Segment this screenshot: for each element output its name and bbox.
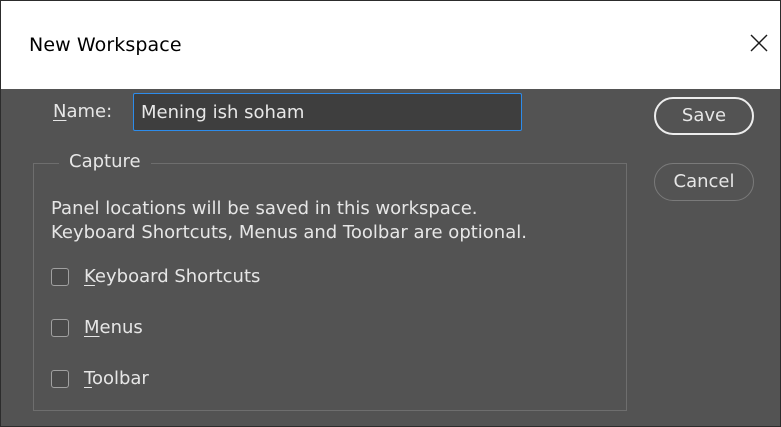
capture-legend: Capture [59,149,151,175]
title-bar: New Workspace [1,1,780,89]
close-button[interactable] [736,19,780,69]
keyboard-shortcuts-label: Keyboard Shortcuts [84,263,260,291]
menus-label-text: enus [99,317,143,338]
toolbar-label-text: oolbar [91,368,149,389]
name-label-mnemonic: N [53,101,67,122]
capture-description-line-1: Panel locations will be saved in this wo… [51,198,478,219]
dialog-title: New Workspace [29,34,182,56]
name-label-text: ame: [66,101,113,122]
menus-mnemonic: M [84,317,100,338]
toolbar-mnemonic: T [84,368,92,389]
workspace-name-input[interactable] [133,93,522,131]
toolbar-checkbox[interactable] [51,370,69,388]
keyboard-shortcuts-label-text: eyboard Shortcuts [94,266,261,287]
new-workspace-dialog: New Workspace Name: Save Cancel Capture … [0,0,781,427]
keyboard-shortcuts-checkbox[interactable] [51,268,69,286]
close-icon [750,34,768,52]
save-button[interactable]: Save [654,97,754,135]
keyboard-shortcuts-mnemonic: K [84,266,95,287]
cancel-button[interactable]: Cancel [654,163,754,201]
capture-description: Panel locations will be saved in this wo… [51,197,527,245]
menus-label: Menus [84,314,143,342]
toolbar-label: Toolbar [84,365,149,393]
menus-checkbox[interactable] [51,319,69,337]
name-label: Name: [53,99,112,125]
capture-description-line-2: Keyboard Shortcuts, Menus and Toolbar ar… [51,222,527,243]
